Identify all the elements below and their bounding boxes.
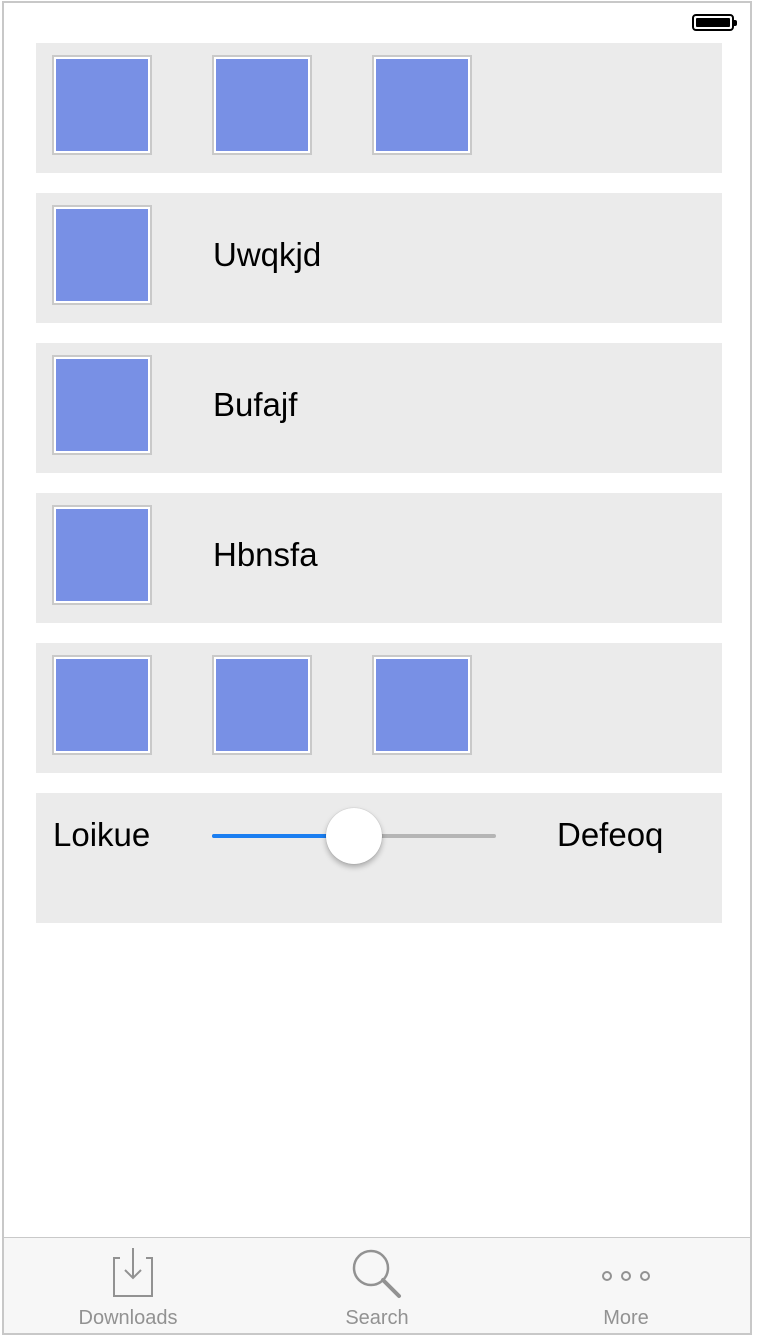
search-icon	[352, 1249, 401, 1298]
tab-bar: Downloads Search More	[4, 1237, 750, 1333]
image-thumbnail[interactable]	[372, 55, 472, 155]
list-item[interactable]: Hbnsfa	[36, 493, 722, 623]
image-thumbnail[interactable]	[52, 55, 152, 155]
status-bar	[4, 3, 750, 43]
tab-label: Search	[345, 1307, 409, 1329]
list-item[interactable]: Uwqkjd	[36, 193, 722, 323]
more-icon	[602, 1271, 650, 1281]
list-item-label: Uwqkjd	[213, 236, 322, 273]
battery-full-icon	[692, 14, 737, 31]
tab-more[interactable]: More	[502, 1238, 750, 1333]
slider-thumb[interactable]	[326, 808, 382, 864]
list-item-label: Bufajf	[213, 386, 298, 423]
tab-label: Downloads	[78, 1307, 178, 1329]
list-item-label: Hbnsfa	[213, 536, 318, 573]
slider-row: Loikue Defeoq	[36, 793, 722, 923]
image-row-bottom	[36, 643, 722, 773]
tab-search[interactable]: Search	[253, 1238, 501, 1333]
value-slider[interactable]	[212, 805, 496, 865]
image-thumbnail[interactable]	[212, 655, 312, 755]
image-thumbnail	[52, 205, 152, 305]
image-thumbnail[interactable]	[212, 55, 312, 155]
image-thumbnail[interactable]	[52, 655, 152, 755]
image-row-top	[36, 43, 722, 173]
list-item[interactable]: Bufajf	[36, 343, 722, 473]
tab-label: More	[603, 1307, 649, 1329]
slider-min-label: Loikue	[53, 816, 151, 853]
image-thumbnail[interactable]	[372, 655, 472, 755]
image-thumbnail	[52, 355, 152, 455]
image-thumbnail	[52, 505, 152, 605]
tab-downloads[interactable]: Downloads	[4, 1238, 252, 1333]
download-icon	[113, 1248, 153, 1297]
slider-max-label: Defeoq	[557, 816, 664, 853]
phone-screen: Uwqkjd Bufajf Hbnsfa Loikue Defeoq Downl…	[2, 1, 752, 1335]
